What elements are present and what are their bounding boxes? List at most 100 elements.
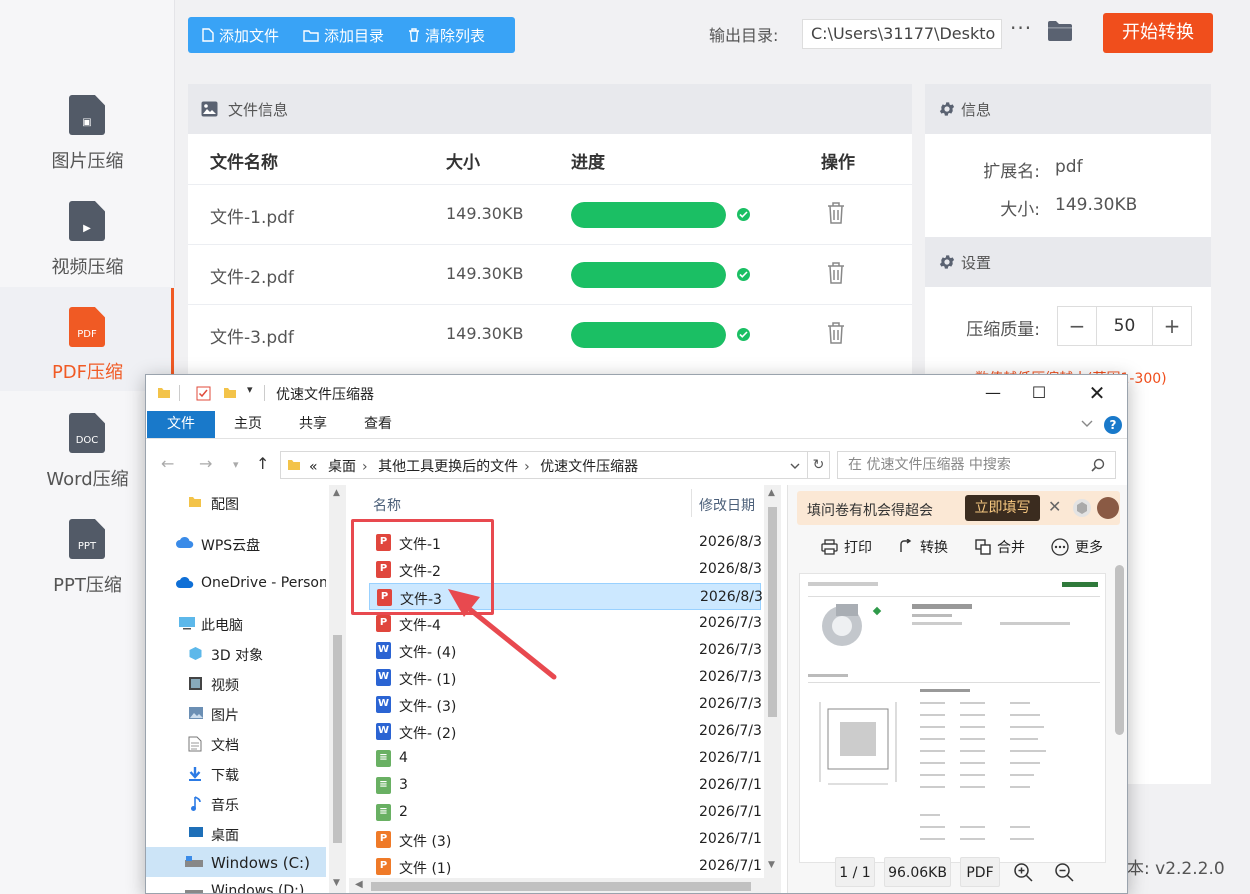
tab-home[interactable]: 主页: [222, 411, 274, 438]
properties-icon[interactable]: [196, 386, 211, 401]
chevron-down-icon[interactable]: ▾: [247, 383, 253, 396]
close-icon[interactable]: ✕: [1048, 497, 1061, 516]
list-item[interactable]: ≡ 4 2026/7/1: [369, 745, 762, 772]
zoom-in-icon[interactable]: [1010, 857, 1036, 887]
sidebar-item-image-compress[interactable]: ▣ 图片压缩: [0, 95, 175, 199]
nav-item-drive-c[interactable]: Windows (C:): [146, 847, 326, 877]
refresh-icon[interactable]: ↻: [808, 451, 830, 479]
quality-increase-button[interactable]: +: [1153, 307, 1191, 345]
nav-item-this-pc[interactable]: 此电脑: [146, 608, 326, 638]
nav-item-peitu[interactable]: 配图: [146, 487, 326, 517]
output-dir-input[interactable]: C:\Users\31177\Deskto: [802, 19, 1002, 49]
list-item[interactable]: ≡ 2 2026/7/1: [369, 799, 762, 826]
list-item[interactable]: ≡ 3 2026/7/1: [369, 772, 762, 799]
recent-locations-icon[interactable]: ▾: [233, 458, 239, 471]
scroll-up-icon[interactable]: ▲: [768, 488, 775, 498]
nav-item-desktop[interactable]: 桌面: [146, 818, 326, 848]
more-button[interactable]: 更多: [1051, 537, 1103, 557]
quality-decrease-button[interactable]: −: [1058, 307, 1096, 345]
scroll-up-icon[interactable]: ▲: [333, 488, 340, 498]
file-name: 文件-3: [400, 592, 442, 608]
file-size: 149.30KB: [446, 264, 524, 283]
nav-scroll-thumb[interactable]: [333, 635, 342, 843]
merge-button[interactable]: 合并: [975, 537, 1025, 557]
list-item[interactable]: W 文件- (2) 2026/7/3: [369, 718, 762, 745]
list-scroll-thumb[interactable]: [768, 507, 777, 717]
list-item[interactable]: P 文件-3 2026/8/3: [369, 583, 763, 610]
nav-item-downloads[interactable]: 下载: [146, 758, 326, 788]
col-header-progress: 进度: [571, 153, 605, 173]
nav-item-drive-d[interactable]: Windows (D:): [146, 877, 326, 893]
delete-icon[interactable]: [826, 321, 846, 349]
delete-icon[interactable]: [826, 201, 846, 229]
preview-scrollbar[interactable]: [1111, 565, 1127, 865]
minimize-button[interactable]: —: [970, 379, 1016, 407]
new-folder-icon[interactable]: [223, 386, 237, 400]
quality-value[interactable]: 50: [1096, 307, 1153, 345]
tab-view[interactable]: 查看: [352, 411, 404, 438]
search-input[interactable]: 在 优速文件压缩器 中搜索: [837, 451, 1116, 479]
list-item[interactable]: P 文件-2 2026/8/3: [369, 556, 762, 583]
close-button[interactable]: ✕: [1074, 379, 1120, 407]
list-item[interactable]: P 文件 (1) 2026/7/1: [369, 853, 762, 880]
address-bar[interactable]: « 桌面 › 其他工具更换后的文件 › 优速文件压缩器: [280, 451, 808, 479]
help-icon[interactable]: ?: [1104, 416, 1122, 434]
scroll-left-icon[interactable]: ◀: [355, 879, 363, 890]
ad-fill-button[interactable]: 立即填写: [965, 495, 1040, 521]
list-hscroll-thumb[interactable]: [371, 882, 751, 891]
page-count: 1 / 1: [835, 857, 875, 887]
column-header-date[interactable]: 修改日期: [699, 495, 755, 515]
list-item[interactable]: W 文件- (4) 2026/7/3: [369, 637, 762, 664]
nav-scrollbar[interactable]: ▲ ▼: [329, 485, 346, 893]
up-icon[interactable]: ↑: [256, 454, 269, 473]
list-item[interactable]: P 文件-4 2026/7/3: [369, 610, 762, 637]
open-folder-icon[interactable]: [1047, 20, 1073, 44]
table-row[interactable]: 文件-2.pdf 149.30KB: [188, 244, 912, 304]
nav-item-3d-objects[interactable]: 3D 对象: [146, 638, 326, 668]
breadcrumb-item[interactable]: 优速文件压缩器: [540, 459, 638, 475]
add-file-button[interactable]: 添加文件: [188, 17, 289, 53]
list-item[interactable]: P 文件-1 2026/8/3: [369, 529, 762, 556]
avatar[interactable]: [1097, 497, 1119, 519]
nav-item-pictures[interactable]: 图片: [146, 698, 326, 728]
scroll-down-icon[interactable]: ▼: [333, 878, 340, 888]
maximize-button[interactable]: ☐: [1016, 379, 1062, 407]
ppt-file-icon: P: [376, 831, 391, 848]
forward-icon[interactable]: →: [199, 454, 212, 473]
zoom-out-icon[interactable]: [1051, 857, 1077, 887]
list-scrollbar[interactable]: ▲ ▼: [764, 485, 781, 893]
delete-icon[interactable]: [826, 261, 846, 289]
chevron-down-icon[interactable]: [1080, 416, 1094, 430]
print-button[interactable]: 打印: [821, 537, 872, 557]
nav-item-onedrive[interactable]: OneDrive - Person: [146, 568, 326, 598]
more-options-button[interactable]: ···: [1010, 16, 1032, 46]
list-hscrollbar[interactable]: ◀: [349, 878, 764, 893]
tab-share[interactable]: 共享: [287, 411, 339, 438]
chevron-down-icon[interactable]: [789, 460, 801, 472]
pdf-preview-page[interactable]: [799, 573, 1106, 863]
convert-button[interactable]: 转换: [898, 537, 948, 557]
settings-badge-icon[interactable]: [1072, 498, 1092, 518]
nav-item-documents[interactable]: 文档: [146, 728, 326, 758]
column-header-name[interactable]: 名称: [373, 495, 401, 515]
list-item[interactable]: W 文件- (3) 2026/7/3: [369, 691, 762, 718]
back-icon[interactable]: ←: [161, 454, 174, 473]
add-directory-button[interactable]: 添加目录: [289, 17, 394, 53]
breadcrumb-item[interactable]: 桌面: [328, 459, 356, 475]
nav-item-wps-cloud[interactable]: WPS云盘: [146, 528, 326, 558]
list-item[interactable]: P 文件 (3) 2026/7/1: [369, 826, 762, 853]
file-name: 文件- (1): [399, 672, 457, 688]
breadcrumb-item[interactable]: 其他工具更换后的文件: [378, 459, 518, 475]
tab-file[interactable]: 文件: [147, 411, 215, 438]
clear-list-button[interactable]: 清除列表: [394, 17, 495, 53]
preview-scroll-thumb[interactable]: [1115, 565, 1124, 735]
list-item[interactable]: W 文件- (1) 2026/7/3: [369, 664, 762, 691]
scroll-down-icon[interactable]: ▼: [768, 860, 775, 870]
table-row[interactable]: 文件-1.pdf 149.30KB: [188, 184, 912, 244]
nav-item-music[interactable]: 音乐: [146, 788, 326, 818]
start-convert-button[interactable]: 开始转换: [1103, 13, 1213, 53]
pdf-file-icon: P: [376, 561, 391, 578]
table-row[interactable]: 文件-3.pdf 149.30KB: [188, 304, 912, 364]
quality-stepper[interactable]: − 50 +: [1057, 306, 1192, 346]
nav-item-videos[interactable]: 视频: [146, 668, 326, 698]
